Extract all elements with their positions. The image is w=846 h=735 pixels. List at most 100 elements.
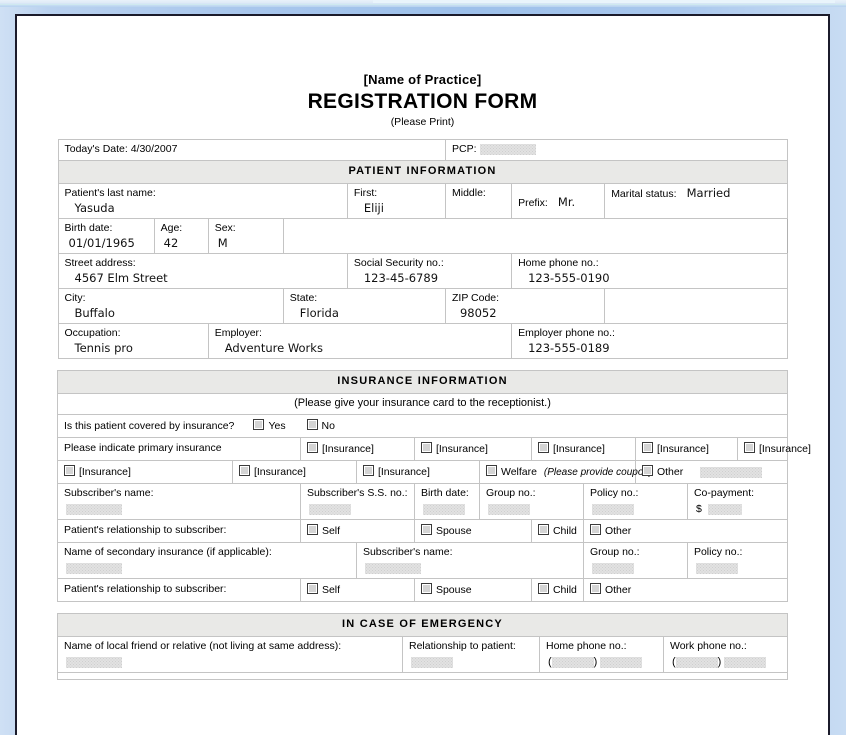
- subscriber-ssn-cell[interactable]: Subscriber's S.S. no.:: [299, 483, 415, 520]
- city-cell[interactable]: City: Buffalo: [57, 288, 284, 324]
- secondary-policy-no-input[interactable]: [695, 562, 738, 574]
- employer-cell[interactable]: Employer: Adventure Works: [207, 323, 513, 359]
- emergency-home-phone-input[interactable]: [600, 656, 643, 668]
- checkbox-icon[interactable]: [537, 524, 549, 535]
- relationship-label: Patient's relationship to subscriber:: [63, 524, 227, 536]
- secondary-group-no-input[interactable]: [591, 562, 634, 574]
- checkbox-icon[interactable]: [537, 583, 549, 594]
- prefix-cell[interactable]: Prefix: Mr.: [511, 183, 606, 219]
- checkbox-icon[interactable]: [420, 583, 432, 594]
- checkbox-covered-yes[interactable]: Yes: [253, 419, 288, 432]
- occupation-cell[interactable]: Occupation: Tennis pro: [57, 323, 209, 359]
- checkbox-icon[interactable]: [306, 419, 318, 430]
- middle-name-cell[interactable]: Middle:: [445, 183, 513, 219]
- primary-insurance-option-2[interactable]: [Insurance]: [413, 437, 532, 461]
- relationship-self-cell[interactable]: Self: [299, 519, 415, 543]
- table-row-birth: Birth date: 01/01/1965 Age: 42 Sex: M: [57, 218, 787, 254]
- pcp-cell[interactable]: PCP:: [444, 139, 788, 161]
- checkbox-icon[interactable]: [253, 419, 265, 430]
- emergency-work-phone-cell[interactable]: Work phone no.: (): [662, 636, 789, 673]
- emergency-work-phone-input[interactable]: [724, 656, 767, 668]
- secondary-group-no-cell[interactable]: Group no.:: [582, 542, 688, 579]
- emergency-relationship-input[interactable]: [410, 656, 453, 668]
- group-no-cell[interactable]: Group no.:: [478, 483, 584, 520]
- state-cell[interactable]: State: Florida: [282, 288, 446, 324]
- checkbox-icon[interactable]: [641, 465, 653, 476]
- checkbox-icon[interactable]: [63, 465, 75, 476]
- checkbox-icon[interactable]: [420, 524, 432, 535]
- other-insurance-input[interactable]: [700, 466, 763, 478]
- primary-insurance-option-5[interactable]: [Insurance]: [736, 437, 811, 461]
- relationship2-self-cell[interactable]: Self: [299, 578, 415, 602]
- primary-insurance-option-6[interactable]: [Insurance]: [56, 460, 233, 484]
- checkbox-icon[interactable]: [306, 583, 318, 594]
- marital-status-cell[interactable]: Marital status: Married: [604, 183, 788, 219]
- subscriber-name-input[interactable]: [65, 503, 122, 515]
- emergency-home-phone-cell[interactable]: Home phone no.: (): [538, 636, 664, 673]
- age-cell[interactable]: Age: 42: [153, 218, 209, 254]
- primary-insurance-option-8[interactable]: [Insurance]: [355, 460, 480, 484]
- ssn-cell[interactable]: Social Security no.: 123-45-6789: [346, 253, 513, 289]
- checkbox-icon[interactable]: [238, 465, 250, 476]
- birth-date-cell[interactable]: Birth date: 01/01/1965: [57, 218, 155, 254]
- subscriber-ssn-input[interactable]: [308, 503, 351, 515]
- relationship2-other-cell[interactable]: Other: [582, 578, 789, 602]
- relationship2-label: Patient's relationship to subscriber:: [63, 583, 227, 595]
- group-no-input[interactable]: [487, 503, 530, 515]
- local-friend-cell[interactable]: Name of local friend or relative (not li…: [56, 636, 403, 673]
- other-insurance-cell[interactable]: Other: [634, 460, 789, 484]
- checkbox-icon[interactable]: [362, 465, 374, 476]
- local-friend-input[interactable]: [65, 656, 122, 668]
- primary-insurance-option-3[interactable]: [Insurance]: [531, 437, 636, 461]
- subscriber-birth-date-cell[interactable]: Birth date:: [413, 483, 480, 520]
- zip-cell[interactable]: ZIP Code: 98052: [444, 288, 606, 324]
- street-address-value: 4567 Elm Street: [74, 271, 168, 285]
- marital-status-label: Marital status:: [611, 188, 677, 200]
- secondary-insurance-name-input[interactable]: [65, 562, 122, 574]
- policy-no-cell[interactable]: Policy no.:: [582, 483, 688, 520]
- primary-insurance-option-4[interactable]: [Insurance]: [634, 437, 738, 461]
- relationship2-spouse-cell[interactable]: Spouse: [413, 578, 532, 602]
- checkbox-icon[interactable]: [306, 442, 318, 453]
- relationship2-child-cell[interactable]: Child: [530, 578, 584, 602]
- secondary-insurance-name-cell[interactable]: Name of secondary insurance (if applicab…: [56, 542, 357, 579]
- checkbox-covered-no[interactable]: No: [306, 419, 335, 432]
- first-name-cell[interactable]: First: Eliji: [347, 183, 446, 219]
- ssn-label: Social Security no.:: [353, 257, 444, 269]
- secondary-policy-no-cell[interactable]: Policy no.:: [686, 542, 789, 579]
- subscriber-birth-date-input[interactable]: [422, 503, 465, 515]
- checkbox-icon[interactable]: [485, 465, 497, 476]
- checkbox-icon[interactable]: [589, 583, 601, 594]
- checkbox-icon[interactable]: [537, 442, 549, 453]
- emergency-relationship-cell[interactable]: Relationship to patient:: [401, 636, 540, 673]
- primary-insurance-option-7[interactable]: [Insurance]: [231, 460, 357, 484]
- relationship-other-cell[interactable]: Other: [582, 519, 789, 543]
- street-address-cell[interactable]: Street address: 4567 Elm Street: [57, 253, 348, 289]
- checkbox-icon[interactable]: [743, 442, 755, 453]
- pcp-input[interactable]: [479, 143, 536, 155]
- copayment-cell[interactable]: Co-payment: $: [686, 483, 789, 520]
- home-phone-cell[interactable]: Home phone no.: 123-555-0190: [511, 253, 788, 289]
- welfare-option-cell[interactable]: Welfare (Please provide coupon): [478, 460, 652, 484]
- employer-phone-cell[interactable]: Employer phone no.: 123-555-0189: [511, 323, 788, 359]
- emergency-work-area-code-input[interactable]: [675, 656, 718, 668]
- relationship-self-label: Self: [321, 525, 341, 537]
- policy-no-input[interactable]: [591, 503, 634, 515]
- subscriber-name-cell[interactable]: Subscriber's name:: [56, 483, 301, 520]
- secondary-subscriber-name-cell[interactable]: Subscriber's name:: [355, 542, 584, 579]
- primary-insurance-option-1[interactable]: [Insurance]: [299, 437, 415, 461]
- emergency-home-area-code-input[interactable]: [551, 656, 594, 668]
- sex-cell[interactable]: Sex: M: [207, 218, 284, 254]
- table-row-section-header: PATIENT INFORMATION: [57, 160, 788, 184]
- checkbox-icon[interactable]: [589, 524, 601, 535]
- todays-date-cell[interactable]: Today's Date: 4/30/2007: [57, 139, 446, 161]
- last-name-cell[interactable]: Patient's last name: Yasuda: [57, 183, 348, 219]
- checkbox-icon[interactable]: [641, 442, 653, 453]
- relationship-child-cell[interactable]: Child: [530, 519, 584, 543]
- secondary-subscriber-name-input[interactable]: [364, 562, 421, 574]
- checkbox-icon[interactable]: [420, 442, 432, 453]
- table-row-address: Street address: 4567 Elm Street Social S…: [57, 253, 788, 289]
- relationship-spouse-cell[interactable]: Spouse: [413, 519, 532, 543]
- copayment-input[interactable]: [707, 503, 742, 515]
- checkbox-icon[interactable]: [306, 524, 318, 535]
